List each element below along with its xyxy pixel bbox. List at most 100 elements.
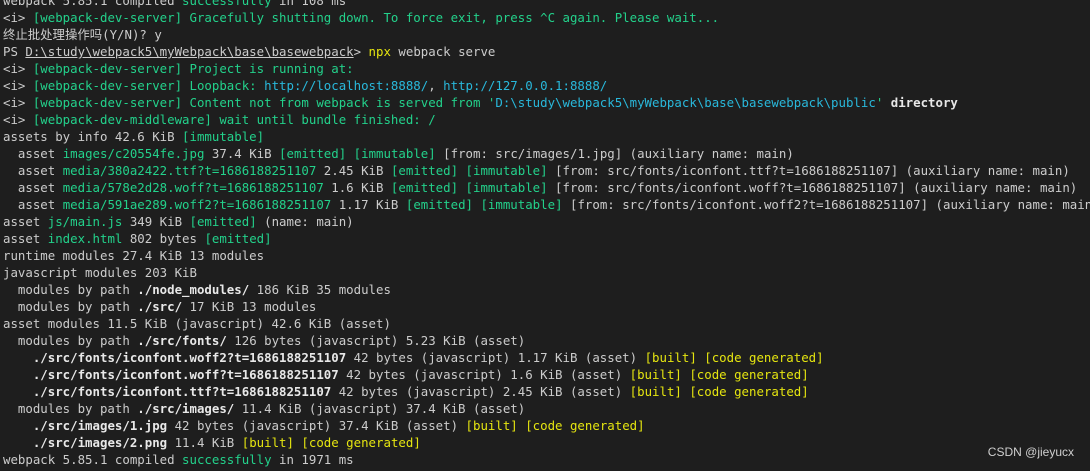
- terminal-text-segment: [built]: [629, 367, 682, 382]
- terminal-text-segment: ./src/fonts/iconfont.woff2?t=16861882511…: [32, 350, 347, 365]
- terminal-text-segment: index.html: [47, 231, 123, 246]
- terminal-text-segment: 126 bytes (javascript) 5.23 KiB (asset): [226, 333, 526, 348]
- terminal-text-segment: [code generated]: [525, 418, 645, 433]
- terminal-text-segment: media/591ae289.woff2?t=1686188251107: [62, 197, 332, 212]
- terminal-text-segment: modules by path: [3, 333, 138, 348]
- terminal-text-segment: media/578e2d28.woff?t=1686188251107: [62, 180, 324, 195]
- terminal-text-segment: PS: [3, 44, 26, 59]
- terminal-text-segment: [emitted]: [189, 214, 257, 229]
- terminal-text-segment: ,: [428, 78, 444, 93]
- terminal-text-segment: webpack 5.85.1 compiled: [3, 0, 183, 8]
- terminal-line: assets by info 42.6 KiB [immutable]: [3, 128, 1090, 145]
- terminal-text-segment: [immutable]: [465, 163, 548, 178]
- terminal-text-segment: [webpack-dev-middleware] wait until bund…: [32, 112, 436, 127]
- terminal-text-segment: ': [875, 95, 891, 110]
- terminal-text-segment: [immutable]: [480, 197, 563, 212]
- terminal-text-segment: 42 bytes (javascript) 37.4 KiB (asset): [167, 418, 466, 433]
- terminal-text-segment: modules by path: [3, 299, 138, 314]
- terminal-text-segment: media/380a2422.ttf?t=1686188251107: [62, 163, 317, 178]
- terminal-line: PS D:\study\webpack5\myWebpack\base\base…: [3, 43, 1090, 60]
- terminal-text-segment: [emitted]: [279, 146, 347, 161]
- terminal-text-segment: webpack 5.85.1 compiled: [3, 452, 183, 467]
- terminal-line: ./src/fonts/iconfont.woff2?t=16861882511…: [3, 349, 1090, 366]
- terminal-text-segment: modules by path: [3, 282, 138, 297]
- terminal-text-segment: <i>: [3, 112, 33, 127]
- terminal-text-segment: (name: main): [256, 214, 354, 229]
- terminal-text-segment: successfully: [182, 0, 272, 8]
- terminal-text-segment: [code generated]: [689, 367, 809, 382]
- terminal-text-segment: [from: src/fonts/iconfont.woff2?t=168618…: [562, 197, 1090, 212]
- terminal-line: <i> [webpack-dev-server] Loopback: http:…: [3, 77, 1090, 94]
- terminal-line: modules by path ./src/images/ 11.4 KiB (…: [3, 400, 1090, 417]
- terminal-text-segment: 11.4 KiB: [167, 435, 242, 450]
- terminal-line: ./src/fonts/iconfont.woff?t=168618825110…: [3, 366, 1090, 383]
- terminal-text-segment: asset: [3, 231, 48, 246]
- terminal-text-segment: [built]: [241, 435, 294, 450]
- terminal-line: modules by path ./src/ 17 KiB 13 modules: [3, 298, 1090, 315]
- terminal-text-segment: asset: [3, 146, 63, 161]
- terminal-text-segment: ./src/images/1.jpg: [32, 418, 168, 433]
- terminal-text-segment: asset: [3, 163, 63, 178]
- terminal-text-segment: 42 bytes (javascript) 2.45 KiB (asset): [331, 384, 630, 399]
- terminal-text-segment: ./src/images/2.png: [32, 435, 168, 450]
- terminal-text-segment: 802 bytes: [122, 231, 205, 246]
- terminal-line: ./src/images/1.jpg 42 bytes (javascript)…: [3, 417, 1090, 434]
- terminal-text-segment: <i>: [3, 10, 33, 25]
- terminal-text-segment: 349 KiB: [122, 214, 190, 229]
- terminal-text-segment: webpack serve: [390, 44, 496, 59]
- terminal-line: ./src/images/2.png 11.4 KiB [built] [cod…: [3, 434, 1090, 451]
- terminal-text-segment: [immutable]: [182, 129, 265, 144]
- terminal-line: asset modules 11.5 KiB (javascript) 42.6…: [3, 315, 1090, 332]
- terminal-text-segment: 2.45 KiB: [316, 163, 391, 178]
- terminal-text-segment: >: [353, 44, 369, 59]
- terminal-text-segment: [immutable]: [353, 146, 436, 161]
- terminal-line: modules by path ./node_modules/ 186 KiB …: [3, 281, 1090, 298]
- terminal-text-segment: js/main.js: [47, 214, 123, 229]
- terminal-text-segment: [webpack-dev-server] Loopback:: [32, 78, 265, 93]
- terminal-text-segment: 186 KiB 35 modules: [249, 282, 391, 297]
- terminal-text-segment: 1.17 KiB: [331, 197, 406, 212]
- terminal-text-segment: ./src/fonts/iconfont.ttf?t=1686188251107: [32, 384, 332, 399]
- terminal-text-segment: images/c20554fe.jpg: [62, 146, 205, 161]
- terminal-text-segment: [emitted]: [390, 180, 459, 195]
- terminal-text-segment: <i>: [3, 95, 33, 110]
- terminal-line: <i> [webpack-dev-server] Content not fro…: [3, 94, 1090, 111]
- terminal-text-segment: [immutable]: [465, 180, 548, 195]
- terminal-line: webpack 5.85.1 compiled successfully in …: [3, 0, 1090, 9]
- terminal-text-segment: npx: [368, 44, 391, 59]
- terminal-line: <i> [webpack-dev-server] Project is runn…: [3, 60, 1090, 77]
- terminal-text-segment: successfully: [182, 452, 272, 467]
- terminal-line: webpack 5.85.1 compiled successfully in …: [3, 451, 1090, 468]
- terminal-text-segment: [webpack-dev-server] Project is running …: [32, 61, 354, 76]
- terminal-text-segment: ./src/fonts/: [137, 333, 227, 348]
- terminal-text-segment: directory: [890, 95, 958, 110]
- terminal-text-segment: http://127.0.0.1:8888/: [443, 78, 608, 93]
- terminal-output[interactable]: webpack 5.85.1 compiled successfully in …: [0, 0, 1090, 471]
- terminal-line: asset media/578e2d28.woff?t=168618825110…: [3, 179, 1090, 196]
- terminal-line: asset images/c20554fe.jpg 37.4 KiB [emit…: [3, 145, 1090, 162]
- terminal-text-segment: [code generated]: [704, 350, 824, 365]
- terminal-line: asset index.html 802 bytes [emitted]: [3, 230, 1090, 247]
- terminal-text-segment: [emitted]: [204, 231, 272, 246]
- terminal-text-segment: [built]: [629, 384, 682, 399]
- terminal-text-segment: [webpack-dev-server] Gracefully shutting…: [32, 10, 720, 25]
- terminal-line: runtime modules 27.4 KiB 13 modules: [3, 247, 1090, 264]
- terminal-line: <i> [webpack-dev-server] Gracefully shut…: [3, 9, 1090, 26]
- terminal-line: <i> [webpack-dev-middleware] wait until …: [3, 111, 1090, 128]
- terminal-text-segment: [code generated]: [301, 435, 421, 450]
- terminal-line: asset media/380a2422.ttf?t=1686188251107…: [3, 162, 1090, 179]
- terminal-text-segment: asset: [3, 180, 63, 195]
- terminal-text-segment: asset: [3, 214, 48, 229]
- terminal-text-segment: ./node_modules/: [137, 282, 250, 297]
- terminal-text-segment: [emitted]: [390, 163, 459, 178]
- terminal-text-segment: runtime modules 27.4 KiB 13 modules: [3, 248, 265, 263]
- csdn-watermark: CSDN @jieyucx: [987, 445, 1074, 459]
- terminal-text-segment: assets by info 42.6 KiB: [3, 129, 183, 144]
